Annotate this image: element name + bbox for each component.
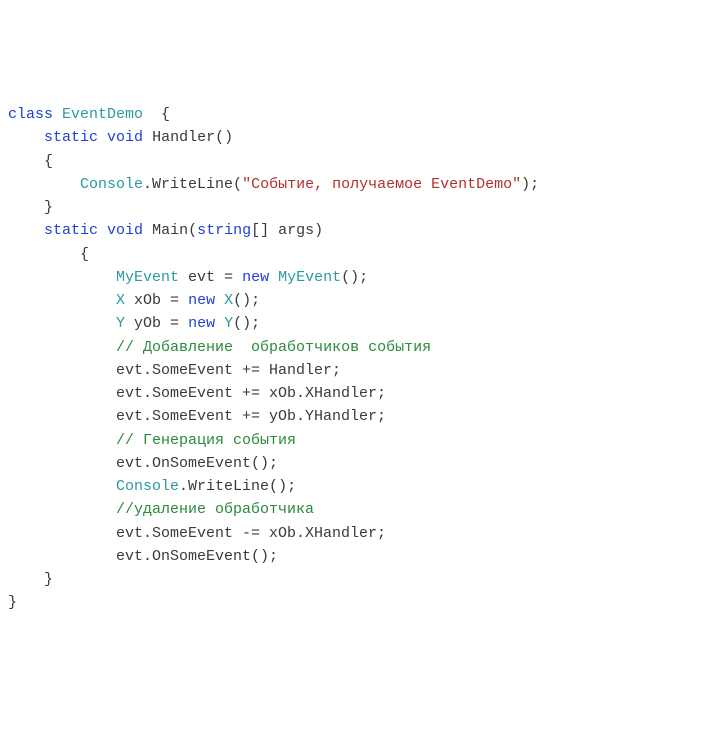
- code-token: new: [188, 315, 215, 332]
- code-token: "Событие, получаемое EventDemo": [242, 176, 521, 193]
- code-token: {: [143, 106, 170, 123]
- code-token: void: [107, 129, 143, 146]
- code-token: MyEvent: [116, 269, 179, 286]
- code-token: [269, 269, 278, 286]
- code-token: .WriteLine();: [179, 478, 296, 495]
- code-token: [8, 129, 44, 146]
- code-token: // Добавление обработчиков события: [116, 339, 431, 356]
- code-token: Console: [80, 176, 143, 193]
- code-token: //удаление обработчика: [116, 501, 314, 518]
- code-token: [8, 176, 80, 193]
- code-token: }: [8, 571, 53, 588]
- code-token: new: [242, 269, 269, 286]
- code-token: [8, 478, 116, 495]
- code-token: );: [521, 176, 539, 193]
- code-token: evt.OnSomeEvent();: [8, 548, 278, 565]
- code-token: [8, 222, 44, 239]
- code-token: string: [197, 222, 251, 239]
- code-token: .WriteLine(: [143, 176, 242, 193]
- code-token: [8, 501, 116, 518]
- code-token: [98, 129, 107, 146]
- code-token: [98, 222, 107, 239]
- code-token: evt.SomeEvent += Handler;: [8, 362, 341, 379]
- code-token: evt.SomeEvent += yOb.YHandler;: [8, 408, 386, 425]
- code-token: [53, 106, 62, 123]
- code-token: }: [8, 594, 17, 611]
- code-token: [] args): [251, 222, 323, 239]
- code-token: [8, 269, 116, 286]
- code-token: evt =: [179, 269, 242, 286]
- code-token: [8, 432, 116, 449]
- code-token: evt.OnSomeEvent();: [8, 455, 278, 472]
- code-token: void: [107, 222, 143, 239]
- code-token: [8, 315, 116, 332]
- code-token: X: [224, 292, 233, 309]
- code-token: evt.SomeEvent += xOb.XHandler;: [8, 385, 386, 402]
- code-token: [8, 292, 116, 309]
- code-token: yOb =: [125, 315, 188, 332]
- code-token: Main(: [143, 222, 197, 239]
- code-token: new: [188, 292, 215, 309]
- code-token: EventDemo: [62, 106, 143, 123]
- code-token: Handler(): [143, 129, 233, 146]
- code-token: evt.SomeEvent -= xOb.XHandler;: [8, 525, 386, 542]
- code-block: class EventDemo { static void Handler() …: [8, 103, 712, 615]
- code-token: class: [8, 106, 53, 123]
- code-token: {: [8, 246, 89, 263]
- code-token: [215, 315, 224, 332]
- code-token: xOb =: [125, 292, 188, 309]
- code-token: Y: [224, 315, 233, 332]
- code-token: ();: [233, 315, 260, 332]
- code-token: }: [8, 199, 53, 216]
- code-token: [215, 292, 224, 309]
- code-token: X: [116, 292, 125, 309]
- code-token: ();: [341, 269, 368, 286]
- code-token: static: [44, 222, 98, 239]
- code-token: // Генерация события: [116, 432, 296, 449]
- code-token: MyEvent: [278, 269, 341, 286]
- code-token: Y: [116, 315, 125, 332]
- code-token: static: [44, 129, 98, 146]
- code-token: [8, 339, 116, 356]
- code-token: {: [8, 153, 53, 170]
- code-token: Console: [116, 478, 179, 495]
- code-token: ();: [233, 292, 260, 309]
